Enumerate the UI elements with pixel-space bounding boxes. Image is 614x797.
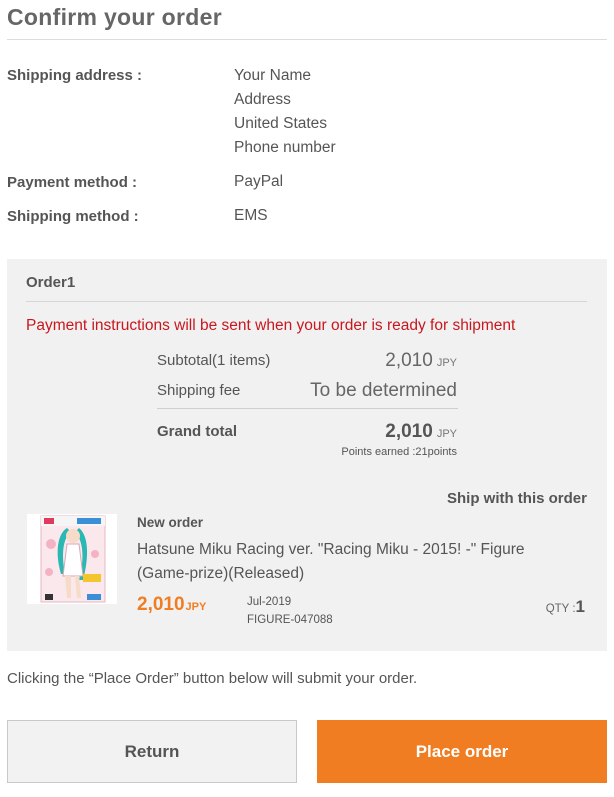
order-title: Order1: [26, 274, 76, 291]
order-divider: [26, 301, 587, 302]
payment-notice: Payment instructions will be sent when y…: [26, 317, 516, 334]
summary-divider: [157, 408, 458, 409]
subtotal-currency: JPY: [436, 357, 457, 369]
ship-with-label: Ship with this order: [446, 490, 587, 507]
release-date: Jul-2019: [247, 596, 292, 608]
title-divider: [7, 39, 607, 40]
payment-method-value: PayPal: [234, 173, 284, 190]
address-country: United States: [234, 115, 328, 132]
figure-box-image: [40, 515, 106, 603]
shipping-fee-label: Shipping fee: [157, 382, 241, 399]
return-button[interactable]: Return: [7, 720, 297, 783]
place-order-button[interactable]: Place order: [317, 720, 607, 783]
grand-total-label: Grand total: [157, 423, 238, 440]
address-phone: Phone number: [234, 139, 336, 156]
address-street: Address: [234, 91, 291, 108]
product-name[interactable]: Hatsune Miku Racing ver. "Racing Miku - …: [137, 538, 557, 586]
product-code: FIGURE-047088: [247, 614, 333, 626]
item-price: 2,010JPY: [137, 594, 206, 616]
order-panel: Order1 Payment instructions will be sent…: [7, 259, 607, 651]
shipping-method-value: EMS: [234, 207, 268, 224]
qty-value: 1: [575, 597, 585, 616]
page-title: Confirm your order: [7, 4, 222, 30]
subtotal-value: 2,010 JPY: [385, 350, 457, 372]
shipping-method-label: Shipping method :: [7, 208, 139, 225]
item-quantity: QTY :1: [546, 597, 585, 617]
grand-total-currency: JPY: [436, 428, 457, 440]
grand-total-value: 2,010 JPY: [385, 421, 457, 443]
order-status: New order: [137, 515, 204, 530]
qty-label: QTY :: [545, 603, 576, 615]
shipping-address-label: Shipping address :: [7, 67, 143, 84]
submit-note: Clicking the “Place Order” button below …: [7, 670, 418, 687]
item-price-amount: 2,010: [137, 594, 185, 615]
subtotal-amount: 2,010: [385, 350, 433, 371]
address-name: Your Name: [234, 67, 311, 84]
shipping-address: Your Name Address United States Phone nu…: [234, 64, 336, 160]
shipping-fee-value: To be determined: [310, 380, 457, 401]
grand-total-amount: 2,010: [385, 421, 433, 442]
points-earned: Points earned :21points: [341, 446, 457, 458]
item-price-currency: JPY: [185, 601, 207, 613]
product-thumbnail[interactable]: [27, 514, 117, 604]
subtotal-label: Subtotal(1 items): [157, 352, 271, 369]
payment-method-label: Payment method :: [7, 174, 138, 191]
